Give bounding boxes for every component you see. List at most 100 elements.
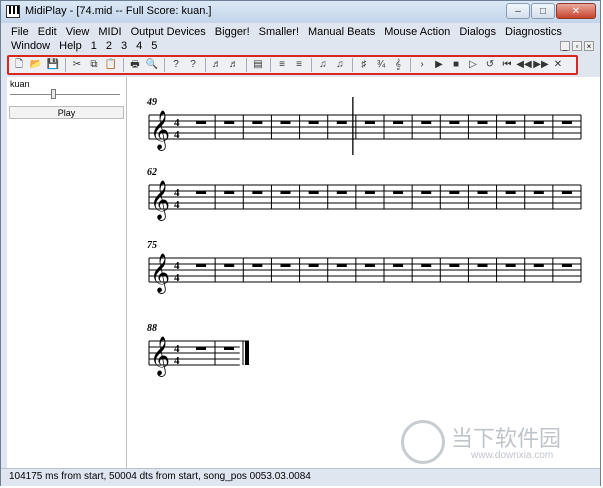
toolbar: 🗋 📂 💾 ✂ ⧉ 📋 🖶 🔍?? ♬ ♬ ▤ ≡ ≡ ♫ ♫ ♯ ¾ 𝄞 › ▶ ■ ▷ ↺ ⏮ ◀◀ ▶▶ ✕ xyxy=(7,55,578,75)
time-signature-top: 4 xyxy=(174,187,180,199)
menu-mouse-action[interactable]: Mouse Action xyxy=(384,26,450,38)
status-bar: 104175 ms from start, 50004 dts from sta… xyxy=(1,468,600,486)
measure-number: 88 xyxy=(147,323,157,334)
whole-rest xyxy=(224,347,234,350)
watermark-url: www.downxia.com xyxy=(471,450,554,461)
whole-rest xyxy=(196,121,207,124)
minimize-button[interactable]: – xyxy=(506,3,530,19)
time-signature-bottom: 4 xyxy=(174,355,180,367)
time-signature-top: 4 xyxy=(174,260,180,272)
whole-rest xyxy=(393,121,404,124)
close-icon[interactable]: ✕ xyxy=(550,58,566,72)
volume-slider-thumb[interactable] xyxy=(51,89,56,99)
whole-rest xyxy=(533,121,544,124)
score-canvas[interactable]: 49𝄞 4462𝄞 4475𝄞 4488𝄞 44 xyxy=(127,77,600,468)
loop-icon[interactable]: ↺ xyxy=(482,58,498,72)
whole-rest xyxy=(449,121,460,124)
toolbar-separator xyxy=(246,58,247,72)
menu-4[interactable]: 4 xyxy=(136,40,142,52)
print-preview-icon[interactable]: 🔍 xyxy=(144,58,160,72)
whole-rest xyxy=(308,264,319,267)
menu-diagnostics[interactable]: Diagnostics xyxy=(505,26,562,38)
measure-number: 49 xyxy=(146,97,157,108)
whole-rest xyxy=(252,264,263,267)
fast-forward-icon[interactable]: ▶▶ xyxy=(533,58,549,72)
step-forward-icon[interactable]: › xyxy=(414,58,430,72)
watermark-title: 当下软件园 xyxy=(451,426,562,451)
menu-2[interactable]: 2 xyxy=(106,40,112,52)
menu-file[interactable]: File xyxy=(11,26,29,38)
menu-5[interactable]: 5 xyxy=(151,40,157,52)
pause-icon[interactable]: ▷ xyxy=(465,58,481,72)
cut-icon[interactable]: ✂ xyxy=(69,58,85,72)
save-icon[interactable]: 💾 xyxy=(45,58,61,72)
toolbar-separator xyxy=(123,58,124,72)
menu-1[interactable]: 1 xyxy=(91,40,97,52)
score-area[interactable]: 49 𝄞 4 4 62 𝄞 4 4 75 𝄞 4 4 88 𝄞 4 4 xyxy=(127,77,600,468)
whole-rest xyxy=(477,121,488,124)
menu-view[interactable]: View xyxy=(66,26,90,38)
chord-alt-icon[interactable]: ♫ xyxy=(332,58,348,72)
measure-icon[interactable]: ≡ xyxy=(274,58,290,72)
print-icon[interactable]: 🖶 xyxy=(127,58,143,72)
menu-bigger-[interactable]: Bigger! xyxy=(215,26,250,38)
menu-output-devices[interactable]: Output Devices xyxy=(131,26,206,38)
rewind-icon[interactable]: ◀◀ xyxy=(516,58,532,72)
go-start-icon[interactable]: ⏮ xyxy=(499,58,515,72)
key-signature-icon[interactable]: ♯ xyxy=(356,58,372,72)
menu-window[interactable]: Window xyxy=(11,40,50,52)
toolbar-separator xyxy=(311,58,312,72)
mdi-restore-button[interactable]: ▫ xyxy=(572,41,582,51)
menu-edit[interactable]: Edit xyxy=(38,26,57,38)
chord-icon[interactable]: ♫ xyxy=(315,58,331,72)
play-icon[interactable]: ▶ xyxy=(431,58,447,72)
help-icon[interactable]: ? xyxy=(168,58,184,72)
mdi-close-button[interactable]: × xyxy=(584,41,594,51)
time-signature-bottom: 4 xyxy=(174,129,180,141)
treble-clef-icon: 𝄞 xyxy=(150,336,170,377)
whole-rest xyxy=(477,264,488,267)
menu-3[interactable]: 3 xyxy=(121,40,127,52)
close-window-button[interactable]: ✕ xyxy=(556,3,596,19)
paste-icon[interactable]: 📋 xyxy=(103,58,119,72)
whole-rest xyxy=(393,264,404,267)
whole-rest xyxy=(336,264,347,267)
context-help-icon[interactable]: ? xyxy=(185,58,201,72)
time-signature-icon[interactable]: ¾ xyxy=(373,58,389,72)
play-button[interactable]: Play xyxy=(9,106,124,119)
notes-dense-icon[interactable]: ♬ xyxy=(226,58,242,72)
mdi-minimize-button[interactable]: _ xyxy=(560,41,570,51)
title-bar[interactable]: MidiPlay - [74.mid -- Full Score: kuan.]… xyxy=(1,1,600,23)
measure-alt-icon[interactable]: ≡ xyxy=(291,58,307,72)
whole-rest xyxy=(561,264,572,267)
toolbar-separator xyxy=(205,58,206,72)
menu-bar: File Edit View MIDI Output Devices Bigger! Sma… xyxy=(11,25,571,53)
whole-rest xyxy=(336,121,347,124)
menu-manual-beats[interactable]: Manual Beats xyxy=(308,26,375,38)
toolbar-separator xyxy=(270,58,271,72)
whole-rest xyxy=(449,191,460,194)
stop-icon[interactable]: ■ xyxy=(448,58,464,72)
maximize-button[interactable]: □ xyxy=(531,3,555,19)
menu-smaller-[interactable]: Smaller! xyxy=(259,26,299,38)
new-file-icon[interactable]: 🗋 xyxy=(11,58,27,72)
whole-rest xyxy=(364,264,375,267)
copy-icon[interactable]: ⧉ xyxy=(86,58,102,72)
whole-rest xyxy=(421,264,432,267)
treble-clef-icon[interactable]: 𝄞 xyxy=(390,58,406,72)
final-barline xyxy=(245,341,249,365)
whole-rest xyxy=(252,121,263,124)
whole-rest xyxy=(533,264,544,267)
toolbar-separator xyxy=(164,58,165,72)
menu-dialogs[interactable]: Dialogs xyxy=(459,26,496,38)
track-panel: kuan Play xyxy=(7,77,127,468)
treble-clef-icon: 𝄞 xyxy=(150,110,170,151)
whole-rest xyxy=(308,191,319,194)
staff-icon[interactable]: ▤ xyxy=(250,58,266,72)
open-folder-icon[interactable]: 📂 xyxy=(28,58,44,72)
notes-icon[interactable]: ♬ xyxy=(209,58,225,72)
mdi-controls: _ ▫ × xyxy=(558,41,594,51)
menu-help[interactable]: Help xyxy=(59,40,82,52)
volume-slider-track[interactable] xyxy=(10,94,120,95)
menu-midi[interactable]: MIDI xyxy=(98,26,121,38)
